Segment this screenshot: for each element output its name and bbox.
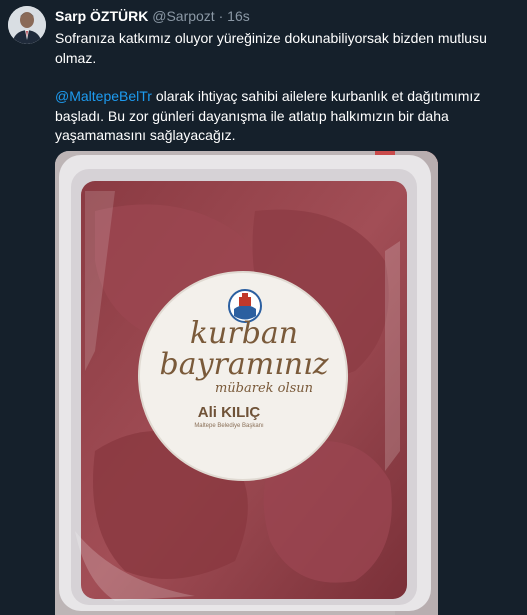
avatar[interactable] (8, 6, 46, 44)
label-line-2: bayramınız (159, 347, 329, 382)
signature-title: Maltepe Belediye Başkanı (194, 423, 264, 429)
avatar-photo (8, 6, 46, 44)
tweet-paragraph-2: @MaltepeBelTr olarak ihtiyaç sahibi aile… (55, 87, 495, 146)
author-handle[interactable]: @Sarpozt (152, 8, 214, 24)
label-line-3: mübarek olsun (214, 381, 314, 396)
label-line-1: kurban (189, 316, 299, 351)
tweet-image[interactable]: kurban bayramınız mübarek olsun Ali KILI… (55, 151, 438, 615)
mention-link[interactable]: @MaltepeBelTr (55, 88, 152, 104)
label-text: kurban bayramınız mübarek olsun Ali KILI… (139, 319, 349, 430)
author-name[interactable]: Sarp ÖZTÜRK (55, 8, 148, 24)
signature-name: Ali KILIÇ (197, 404, 261, 421)
tweet-text: Sofranıza katkımız oluyor yüreğinize dok… (55, 29, 495, 146)
tweet[interactable]: Sarp ÖZTÜRK @Sarpozt · 16s Sofranıza kat… (0, 0, 527, 615)
time-separator: · (218, 8, 224, 24)
tweet-timestamp[interactable]: 16s (227, 8, 250, 24)
tweet-header: Sarp ÖZTÜRK @Sarpozt · 16s (55, 8, 250, 25)
tweet-paragraph-1: Sofranıza katkımız oluyor yüreğinize dok… (55, 30, 487, 66)
